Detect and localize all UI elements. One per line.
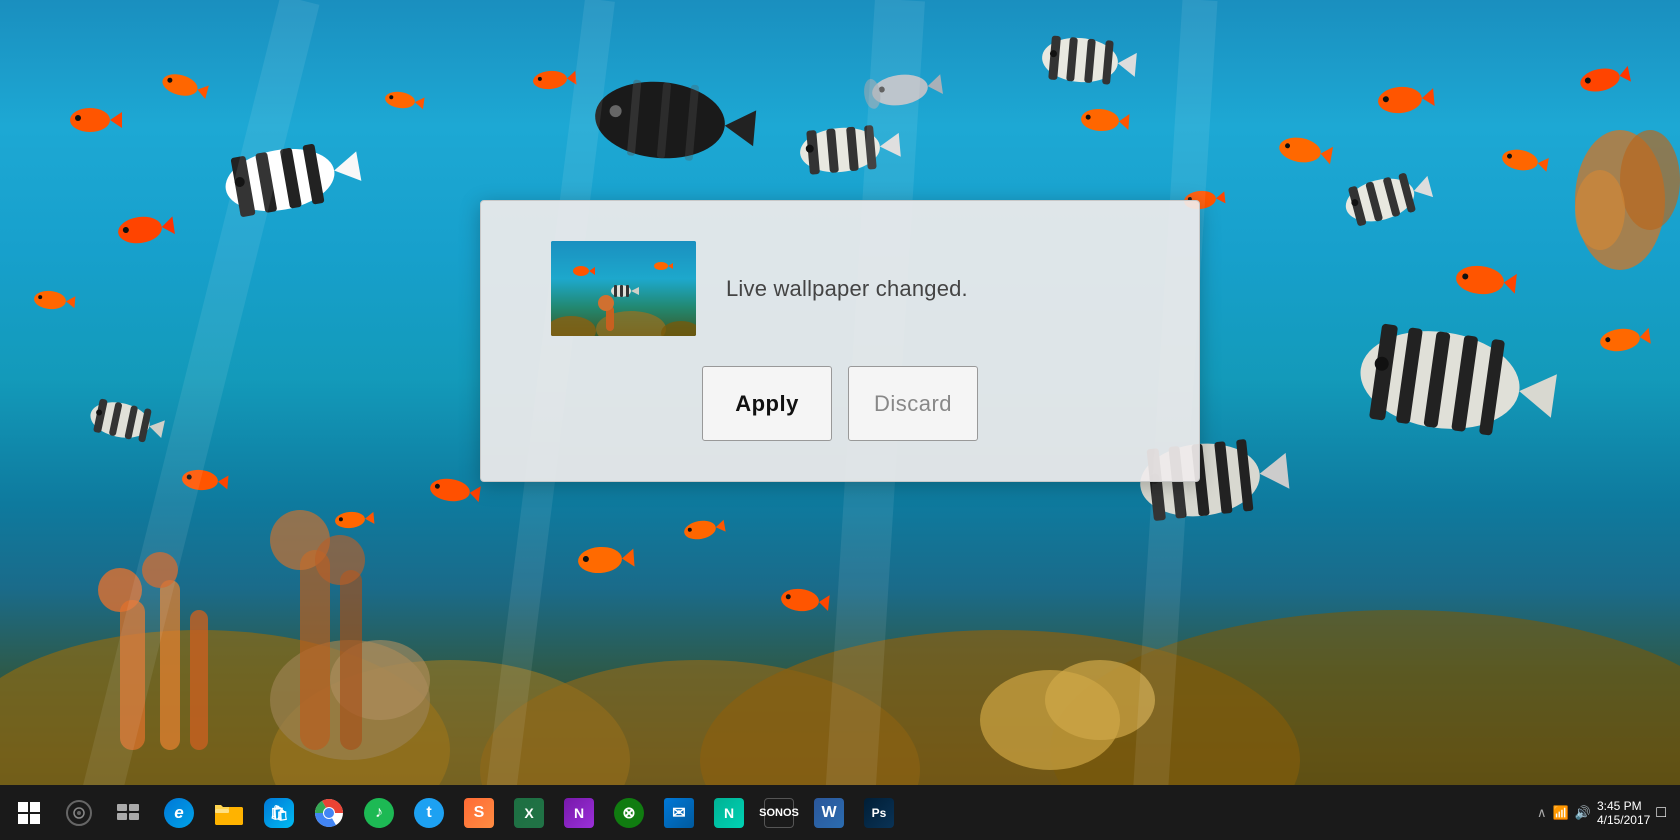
s-app-icon[interactable]: S xyxy=(454,785,504,840)
dialog-container: Live wallpaper changed. Apply Discard xyxy=(480,200,1200,482)
taskview-button[interactable] xyxy=(104,785,154,840)
excel-icon[interactable]: X xyxy=(504,785,554,840)
volume-icon[interactable]: 🔊 xyxy=(1575,805,1591,821)
windows-logo-icon xyxy=(18,802,40,824)
cortana-button[interactable] xyxy=(54,785,104,840)
store-icon[interactable]: 🛍 xyxy=(254,785,304,840)
network-icon[interactable]: 📶 xyxy=(1553,805,1569,821)
cortana-circle-icon xyxy=(66,800,92,826)
chrome-icon[interactable] xyxy=(304,785,354,840)
sonos-icon[interactable]: SONOS xyxy=(754,785,804,840)
tray-icons: ∧ xyxy=(1537,805,1547,821)
spotify-icon[interactable]: ♪ xyxy=(354,785,404,840)
file-explorer-icon[interactable] xyxy=(204,785,254,840)
clock[interactable]: 3:45 PM4/15/2017 xyxy=(1597,799,1650,827)
start-button[interactable] xyxy=(4,785,54,840)
xbox-icon[interactable]: ⊗ xyxy=(604,785,654,840)
photoshop-icon[interactable]: Ps xyxy=(854,785,904,840)
discard-button[interactable]: Discard xyxy=(848,366,978,441)
onenote-icon[interactable]: N xyxy=(554,785,604,840)
system-tray: ∧ 📶 🔊 3:45 PM4/15/2017 □ xyxy=(1537,799,1676,827)
word-icon[interactable]: W xyxy=(804,785,854,840)
edge-icon[interactable]: e xyxy=(154,785,204,840)
notifications-icon[interactable]: □ xyxy=(1656,804,1666,822)
apply-button[interactable]: Apply xyxy=(702,366,832,441)
dialog-message-text: Live wallpaper changed. xyxy=(726,276,968,302)
dialog-buttons: Apply Discard xyxy=(702,366,978,441)
dialog-content-row: Live wallpaper changed. xyxy=(531,241,1149,336)
wallpaper-thumbnail xyxy=(551,241,696,336)
taskview-icon xyxy=(117,804,141,822)
dialog-box: Live wallpaper changed. Apply Discard xyxy=(480,200,1200,482)
nimbus-icon[interactable]: N xyxy=(704,785,754,840)
twitter-icon[interactable]: t xyxy=(404,785,454,840)
taskbar: e 🛍 ♪ t S X N xyxy=(0,785,1680,840)
mail-icon[interactable]: ✉ xyxy=(654,785,704,840)
